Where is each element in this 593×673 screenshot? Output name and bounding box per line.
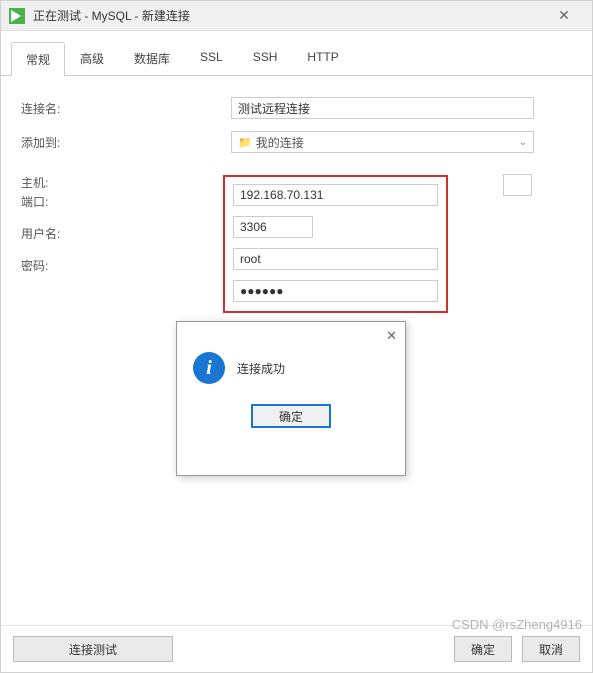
add-to-value: 我的连接 (256, 134, 304, 151)
label-port: 端口: (21, 193, 48, 210)
close-icon[interactable]: ✕ (544, 3, 584, 29)
ok-button[interactable]: 确定 (454, 636, 512, 662)
add-to-dropdown[interactable]: 📁 我的连接 ⌄ (231, 131, 534, 153)
port-input[interactable] (233, 216, 313, 238)
test-connection-button[interactable]: 连接测试 (13, 636, 173, 662)
form-content: 连接名: 添加到: 📁 我的连接 ⌄ (1, 76, 592, 174)
tab-database[interactable]: 数据库 (119, 41, 185, 75)
label-host: 主机: (1, 174, 231, 191)
tab-advanced[interactable]: 高级 (65, 41, 119, 75)
tab-ssh[interactable]: SSH (238, 41, 293, 75)
user-input[interactable] (233, 248, 438, 270)
folder-icon: 📁 (238, 136, 252, 149)
label-add-to: 添加到: (21, 134, 231, 151)
tabs: 常规 高级 数据库 SSL SSH HTTP (1, 31, 592, 76)
message-dialog: ✕ i 连接成功 确定 (176, 321, 406, 476)
titlebar: 正在测试 - MySQL - 新建连接 ✕ (1, 1, 592, 31)
tab-http[interactable]: HTTP (292, 41, 353, 75)
label-password: 密码: (21, 257, 48, 274)
modal-message: 连接成功 (237, 360, 285, 377)
host-extra-box[interactable] (503, 174, 532, 196)
info-icon: i (193, 352, 225, 384)
dialog-footer: 连接测试 确定 取消 (1, 625, 592, 672)
tab-general[interactable]: 常规 (11, 42, 65, 76)
label-conn-name: 连接名: (21, 100, 231, 117)
app-icon (9, 8, 25, 24)
modal-close-icon[interactable]: ✕ (386, 328, 397, 344)
highlight-box (223, 175, 448, 313)
dialog-window: 正在测试 - MySQL - 新建连接 ✕ 常规 高级 数据库 SSL SSH … (0, 0, 593, 673)
cancel-button[interactable]: 取消 (522, 636, 580, 662)
window-title: 正在测试 - MySQL - 新建连接 (33, 7, 544, 24)
modal-ok-button[interactable]: 确定 (251, 404, 331, 428)
conn-name-input[interactable] (231, 97, 534, 119)
chevron-down-icon: ⌄ (519, 137, 527, 148)
label-user: 用户名: (21, 225, 60, 242)
tab-ssl[interactable]: SSL (185, 41, 238, 75)
password-input[interactable] (233, 280, 438, 302)
